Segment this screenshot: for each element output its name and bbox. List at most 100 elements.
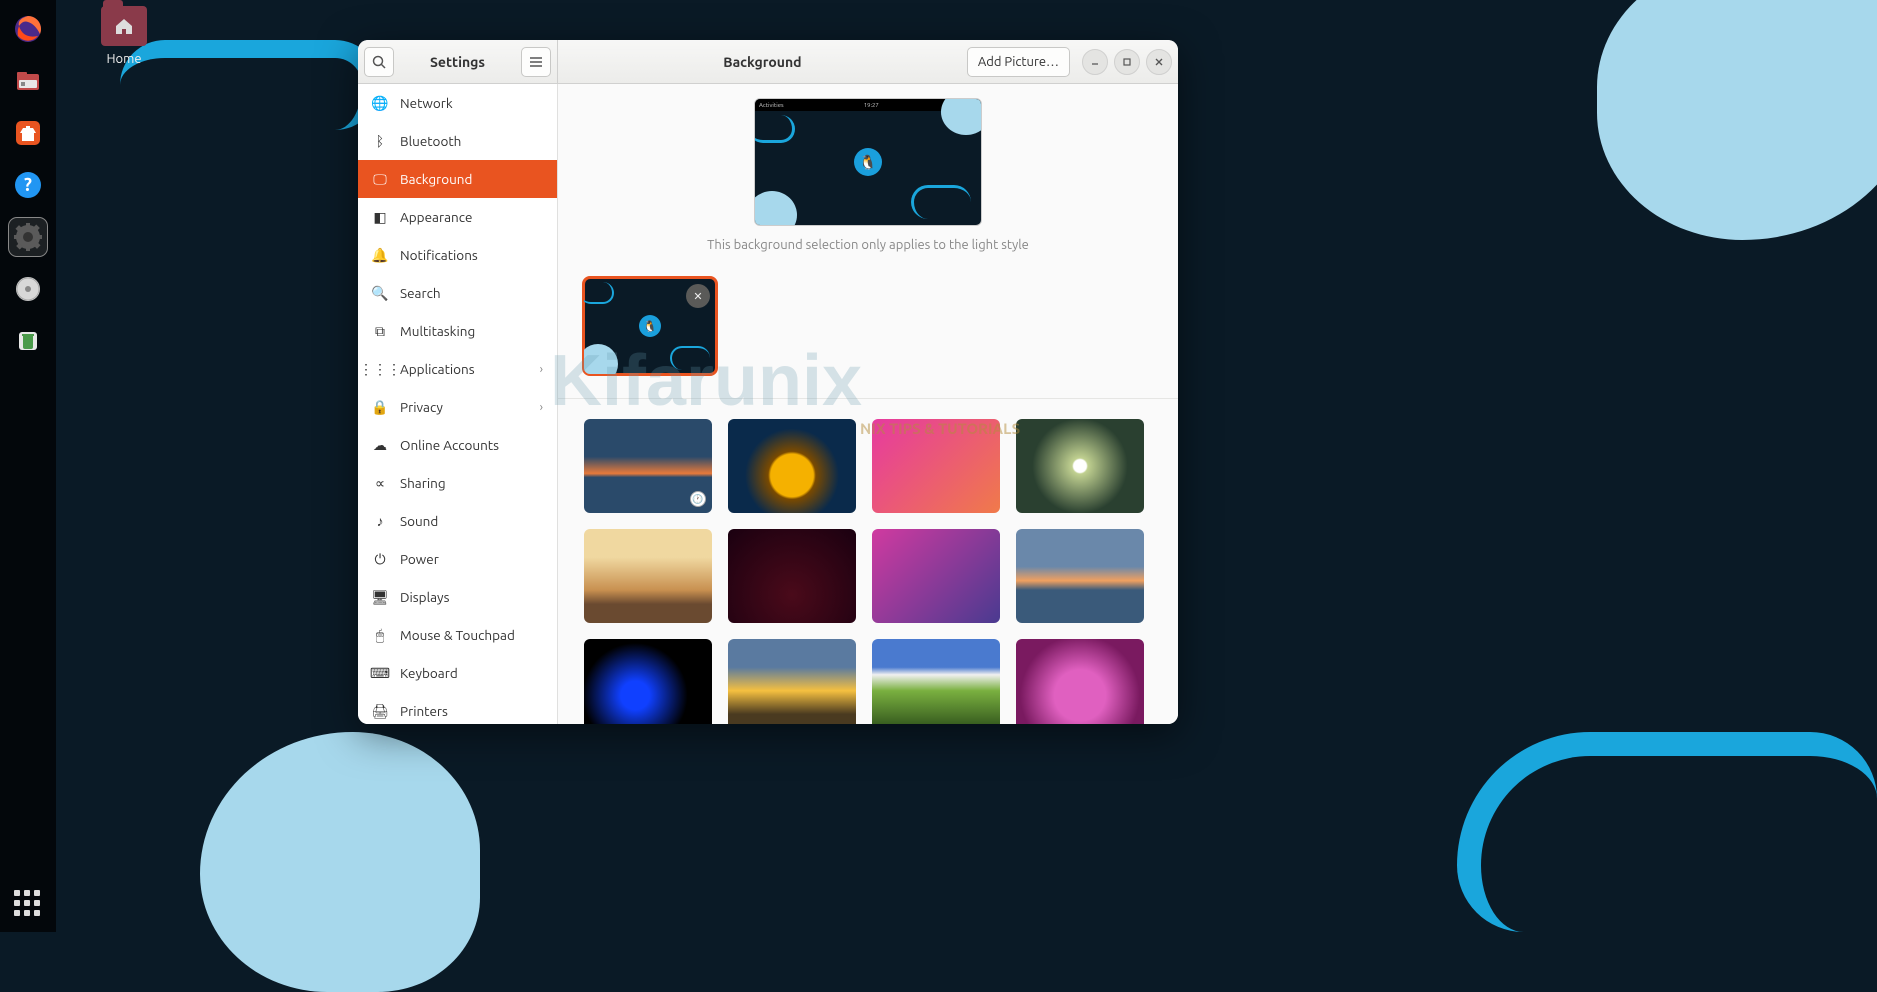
- dock: ?: [0, 0, 56, 932]
- sidebar-printers[interactable]: 🖨 Printers: [358, 692, 557, 724]
- software-icon[interactable]: [9, 114, 47, 152]
- sidebar-sound-icon: ♪: [372, 513, 388, 529]
- sidebar-privacy[interactable]: 🔒 Privacy ›: [358, 388, 557, 426]
- show-apps-button[interactable]: [14, 890, 42, 918]
- sidebar-displays[interactable]: 🖥 Displays: [358, 578, 557, 616]
- search-button[interactable]: [364, 47, 394, 77]
- sidebar-power[interactable]: ⏻ Power: [358, 540, 557, 578]
- sidebar-item-label: Printers: [400, 703, 448, 719]
- sidebar-sharing[interactable]: ∝ Sharing: [358, 464, 557, 502]
- sidebar-notifications-icon: 🔔: [372, 247, 388, 263]
- sidebar-keyboard-icon: ⌨: [372, 665, 388, 681]
- sidebar-applications[interactable]: ⋮⋮⋮ Applications ›: [358, 350, 557, 388]
- desktop-bg-shape: [200, 732, 480, 992]
- sidebar-item-label: Mouse & Touchpad: [400, 627, 515, 643]
- close-button[interactable]: [1146, 49, 1172, 75]
- firefox-icon[interactable]: [9, 10, 47, 48]
- sidebar-background[interactable]: 🖵 Background: [358, 160, 557, 198]
- sidebar-online-accounts-icon: ☁: [372, 437, 388, 453]
- sidebar-item-label: Displays: [400, 589, 449, 605]
- minimize-button[interactable]: [1082, 49, 1108, 75]
- page-title: Background: [564, 54, 961, 70]
- desktop-home-folder[interactable]: Home: [86, 6, 162, 66]
- sidebar-item-label: Network: [400, 95, 453, 111]
- sidebar-network[interactable]: 🌐 Network: [358, 84, 557, 122]
- wallpaper-jellyfish-purple[interactable]: [872, 529, 1000, 623]
- sidebar-displays-icon: 🖥: [372, 589, 388, 605]
- sidebar-search[interactable]: 🔍 Search: [358, 274, 557, 312]
- remove-wallpaper-button[interactable]: ✕: [686, 284, 710, 308]
- wallpaper-blue-smoke[interactable]: [584, 639, 712, 724]
- menu-button[interactable]: [521, 47, 551, 77]
- sidebar-online-accounts[interactable]: ☁ Online Accounts: [358, 426, 557, 464]
- sidebar-sound[interactable]: ♪ Sound: [358, 502, 557, 540]
- sidebar-item-label: Applications: [400, 361, 475, 377]
- sidebar-power-icon: ⏻: [372, 551, 388, 567]
- sidebar-privacy-icon: 🔒: [372, 399, 388, 415]
- help-icon[interactable]: ?: [9, 166, 47, 204]
- wallpaper-cherry-blossom[interactable]: [1016, 419, 1144, 513]
- sidebar-background-icon: 🖵: [372, 171, 388, 187]
- wallpaper-sunflower[interactable]: [728, 419, 856, 513]
- sidebar-multitasking[interactable]: ⧉ Multitasking: [358, 312, 557, 350]
- wallpaper-geometric-pink[interactable]: [872, 419, 1000, 513]
- disk-icon[interactable]: [9, 270, 47, 308]
- sidebar-item-label: Sharing: [400, 475, 446, 491]
- add-picture-button[interactable]: Add Picture…: [967, 47, 1070, 77]
- preview-time: 19:27: [864, 102, 879, 109]
- sidebar-item-label: Keyboard: [400, 665, 458, 681]
- trash-icon[interactable]: [9, 322, 47, 360]
- sidebar-appearance[interactable]: ◧ Appearance: [358, 198, 557, 236]
- preview-activities: Activities: [759, 102, 784, 109]
- desktop-bg-shape: [1457, 732, 1877, 932]
- wallpaper-mountain-sunset[interactable]: [728, 639, 856, 724]
- time-based-icon: 🕐: [690, 491, 706, 507]
- sidebar-sharing-icon: ∝: [372, 475, 388, 491]
- sidebar-appearance-icon: ◧: [372, 209, 388, 225]
- sidebar-item-label: Sound: [400, 513, 438, 529]
- sidebar-bluetooth[interactable]: ᛒ Bluetooth: [358, 122, 557, 160]
- headerbar: Settings Background Add Picture…: [358, 40, 1178, 84]
- sidebar-item-label: Notifications: [400, 247, 478, 263]
- settings-title: Settings: [400, 54, 515, 70]
- files-icon[interactable]: [9, 62, 47, 100]
- settings-window: Settings Background Add Picture… 🌐Net: [358, 40, 1178, 724]
- sidebar-network-icon: 🌐: [372, 95, 388, 111]
- wallpaper-pink-jellyfish[interactable]: [1016, 639, 1144, 724]
- settings-icon[interactable]: [9, 218, 47, 256]
- sidebar-item-label: Privacy: [400, 399, 443, 415]
- sidebar-item-label: Appearance: [400, 209, 472, 225]
- sidebar-multitasking-icon: ⧉: [372, 323, 388, 339]
- sidebar-printers-icon: 🖨: [372, 703, 388, 719]
- desktop-bg-shape: [1597, 0, 1877, 240]
- wallpaper-road-field[interactable]: [584, 529, 712, 623]
- custom-wallpaper-thumb[interactable]: 🐧 ✕: [584, 278, 716, 374]
- sidebar-item-label: Search: [400, 285, 441, 301]
- sidebar-applications-icon: ⋮⋮⋮: [372, 361, 388, 377]
- sidebar-bluetooth-icon: ᛒ: [372, 133, 388, 149]
- sidebar-mouse[interactable]: 🖱 Mouse & Touchpad: [358, 616, 557, 654]
- sidebar-notifications[interactable]: 🔔 Notifications: [358, 236, 557, 274]
- wallpaper-green-hills[interactable]: [872, 639, 1000, 724]
- wallpaper-jellyfish-dark[interactable]: [728, 529, 856, 623]
- sidebar-mouse-icon: 🖱: [372, 627, 388, 643]
- sidebar-item-label: Background: [400, 171, 472, 187]
- sidebar-item-label: Multitasking: [400, 323, 475, 339]
- wallpaper-sunset-mirror[interactable]: [1016, 529, 1144, 623]
- sidebar-search-icon: 🔍: [372, 285, 388, 301]
- desktop-home-label: Home: [86, 52, 162, 66]
- chevron-right-icon: ›: [540, 363, 543, 376]
- settings-sidebar: 🌐 Network ᛒ Bluetooth 🖵 Background ◧ Appearance…: [358, 84, 558, 724]
- maximize-button[interactable]: [1114, 49, 1140, 75]
- chevron-right-icon: ›: [540, 401, 543, 414]
- background-hint: This background selection only applies t…: [558, 238, 1178, 252]
- wallpaper-sunset-lake[interactable]: 🕐: [584, 419, 712, 513]
- svg-text:?: ?: [24, 175, 32, 195]
- sidebar-keyboard[interactable]: ⌨ Keyboard: [358, 654, 557, 692]
- sidebar-item-label: Bluetooth: [400, 133, 461, 149]
- sidebar-item-label: Online Accounts: [400, 437, 499, 453]
- background-preview: Activities 19:27 ▾ 🔊 ⏻ 🐧: [754, 98, 982, 226]
- tux-icon: 🐧: [854, 148, 882, 176]
- background-content: Activities 19:27 ▾ 🔊 ⏻ 🐧 This background…: [558, 84, 1178, 724]
- sidebar-item-label: Power: [400, 551, 439, 567]
